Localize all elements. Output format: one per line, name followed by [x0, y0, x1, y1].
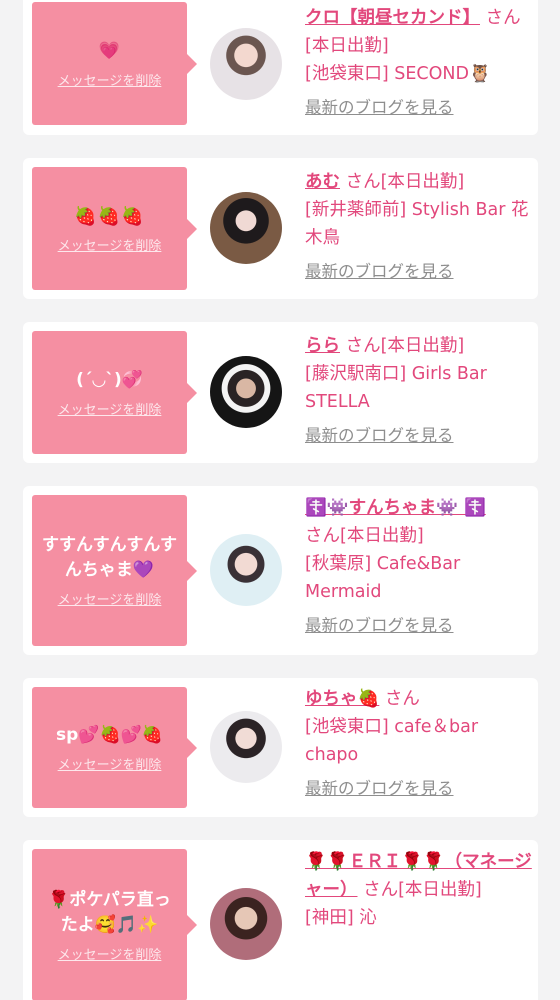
cast-name-link[interactable]: ゆちゃ🍓: [305, 689, 379, 709]
cast-name-link[interactable]: らら: [305, 336, 340, 356]
latest-blog-link[interactable]: 最新のブログを見る: [305, 422, 533, 450]
cast-info: クロ【朝昼セカンド】 さん[本日出勤] [池袋東口] SECOND🦉 最新のブロ…: [305, 4, 533, 122]
shop-name: [池袋東口] SECOND🦉: [305, 64, 491, 84]
cast-status: さん[本日出勤]: [305, 526, 424, 546]
delete-message-link[interactable]: メッセージを削除: [58, 235, 162, 254]
cast-status: さん[本日出勤]: [357, 880, 482, 900]
latest-blog-link[interactable]: 最新のブログを見る: [305, 775, 533, 803]
delete-message-link[interactable]: メッセージを削除: [58, 944, 162, 963]
avatar[interactable]: [210, 356, 282, 428]
message-bubble: (´◡`)💞 メッセージを削除: [32, 331, 197, 454]
cast-info: 🌹🌹ＥＲＩ🌹🌹（マネージャー） さん[本日出勤] [神田] 沁: [305, 848, 533, 932]
delete-message-link[interactable]: メッセージを削除: [58, 399, 162, 418]
cast-info: ☦️👾すんちゃま👾 ☦️ さん[本日出勤] [秋葉原] Cafe&Bar Mer…: [305, 494, 533, 640]
latest-blog-link[interactable]: 最新のブログを見る: [305, 94, 533, 122]
message-text: sp💕🍓💕🍓: [56, 724, 163, 745]
avatar[interactable]: [210, 28, 282, 100]
shop-name: [藤沢駅南口] Girls Bar STELLA: [305, 364, 487, 412]
avatar[interactable]: [210, 192, 282, 264]
delete-message-link[interactable]: メッセージを削除: [58, 589, 162, 608]
message-bubble: 🌹ポケパラ直ったよ🥰🎵✨ メッセージを削除: [32, 849, 197, 1000]
cast-info: らら さん[本日出勤] [藤沢駅南口] Girls Bar STELLA 最新の…: [305, 332, 533, 450]
message-text: 💗: [98, 40, 121, 61]
shop-name: [秋葉原] Cafe&Bar Mermaid: [305, 554, 461, 602]
message-card: sp💕🍓💕🍓 メッセージを削除 ゆちゃ🍓 さん [池袋東口] cafe＆bar …: [23, 678, 538, 817]
message-bubble: sp💕🍓💕🍓 メッセージを削除: [32, 687, 197, 808]
cast-info: あむ さん[本日出勤] [新井薬師前] Stylish Bar 花木鳥 最新のブ…: [305, 168, 533, 286]
message-list: 💗 メッセージを削除 クロ【朝昼セカンド】 さん[本日出勤] [池袋東口] SE…: [0, 0, 560, 1000]
avatar[interactable]: [210, 534, 282, 606]
shop-name: [神田] 沁: [305, 908, 377, 928]
cast-name-link[interactable]: あむ: [305, 172, 340, 192]
latest-blog-link[interactable]: 最新のブログを見る: [305, 612, 533, 640]
message-bubble: すすんすんすんすんちゃま💜 メッセージを削除: [32, 495, 197, 646]
message-bubble: 💗 メッセージを削除: [32, 2, 197, 125]
message-text: 🍓🍓🍓: [74, 205, 145, 227]
cast-status: さん[本日出勤]: [340, 172, 465, 192]
avatar[interactable]: [210, 888, 282, 960]
delete-message-link[interactable]: メッセージを削除: [58, 70, 162, 89]
message-card: (´◡`)💞 メッセージを削除 らら さん[本日出勤] [藤沢駅南口] Girl…: [23, 322, 538, 463]
delete-message-link[interactable]: メッセージを削除: [58, 754, 162, 773]
message-text: 🌹ポケパラ直ったよ🥰🎵✨: [48, 889, 171, 935]
message-text: すすんすんすんすんちゃま💜: [42, 535, 177, 580]
message-card: 🌹ポケパラ直ったよ🥰🎵✨ メッセージを削除 🌹🌹ＥＲＩ🌹🌹（マネージャー） さん…: [23, 840, 538, 1000]
cast-info: ゆちゃ🍓 さん [池袋東口] cafe＆bar chapo 最新のブログを見る: [305, 685, 533, 803]
cast-status: さん: [379, 689, 420, 709]
message-bubble: 🍓🍓🍓 メッセージを削除: [32, 167, 197, 290]
cast-status: さん[本日出勤]: [340, 336, 465, 356]
message-text: (´◡`)💞: [76, 369, 143, 390]
latest-blog-link[interactable]: 最新のブログを見る: [305, 258, 533, 286]
message-card: すすんすんすんすんちゃま💜 メッセージを削除 ☦️👾すんちゃま👾 ☦️ さん[本…: [23, 486, 538, 655]
shop-name: [池袋東口] cafe＆bar chapo: [305, 717, 479, 765]
message-card: 🍓🍓🍓 メッセージを削除 あむ さん[本日出勤] [新井薬師前] Stylish…: [23, 158, 538, 299]
cast-name-link[interactable]: ☦️👾すんちゃま👾 ☦️: [305, 498, 486, 518]
shop-name: [新井薬師前] Stylish Bar 花木鳥: [305, 200, 529, 248]
message-card: 💗 メッセージを削除 クロ【朝昼セカンド】 さん[本日出勤] [池袋東口] SE…: [23, 0, 538, 135]
cast-name-link[interactable]: クロ【朝昼セカンド】: [305, 8, 480, 28]
avatar[interactable]: [210, 711, 282, 783]
